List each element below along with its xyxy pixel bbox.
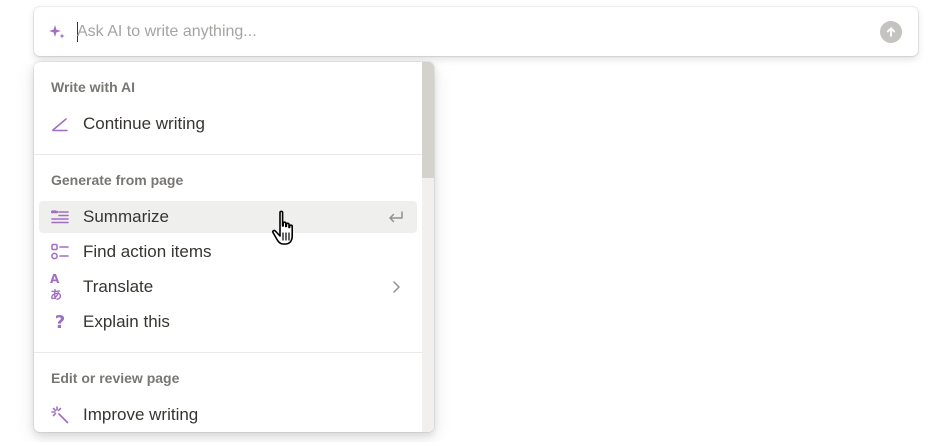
- checklist-icon: [50, 243, 70, 261]
- question-icon: ?: [54, 311, 66, 333]
- section-label-edit-or-review-page: Edit or review page: [51, 370, 180, 386]
- menu-item-improve-writing[interactable]: Improve writing: [39, 399, 417, 431]
- menu-item-continue-writing[interactable]: Continue writing: [39, 108, 417, 140]
- ai-command-menu: Write with AI Continue writing Generate …: [34, 62, 434, 432]
- ask-ai-bar: [34, 7, 918, 56]
- magic-wand-icon: [50, 406, 70, 424]
- menu-item-translate[interactable]: Aあ Translate: [39, 271, 417, 303]
- section-label-write-with-ai: Write with AI: [51, 79, 135, 95]
- divider: [34, 154, 422, 155]
- divider: [34, 352, 422, 353]
- translate-icon: Aあ: [50, 271, 62, 302]
- menu-item-explain-this[interactable]: ? Explain this: [39, 306, 417, 338]
- submit-button[interactable]: [880, 21, 902, 43]
- arrow-up-icon: [886, 27, 896, 37]
- sparkle-icon: [48, 23, 66, 41]
- svg-text:“: “: [51, 209, 56, 218]
- menu-item-label: Summarize: [83, 207, 169, 226]
- chevron-right-icon: [387, 279, 405, 295]
- menu-item-label: Find action items: [83, 242, 212, 261]
- menu-item-label: Improve writing: [83, 405, 199, 424]
- menu-item-label: Translate: [83, 277, 154, 296]
- menu-item-label: Continue writing: [83, 114, 205, 133]
- scrollbar-thumb[interactable]: [422, 62, 434, 178]
- app-root: Write with AI Continue writing Generate …: [0, 0, 937, 442]
- pen-icon: [50, 115, 70, 133]
- menu-item-label: Explain this: [83, 312, 170, 331]
- menu-item-summarize[interactable]: “ Summarize: [39, 201, 417, 233]
- summarize-icon: “: [50, 208, 70, 226]
- section-label-generate-from-page: Generate from page: [51, 172, 184, 188]
- enter-icon: [387, 209, 405, 225]
- menu-item-find-action-items[interactable]: Find action items: [39, 236, 417, 268]
- ask-ai-input[interactable]: [77, 19, 857, 45]
